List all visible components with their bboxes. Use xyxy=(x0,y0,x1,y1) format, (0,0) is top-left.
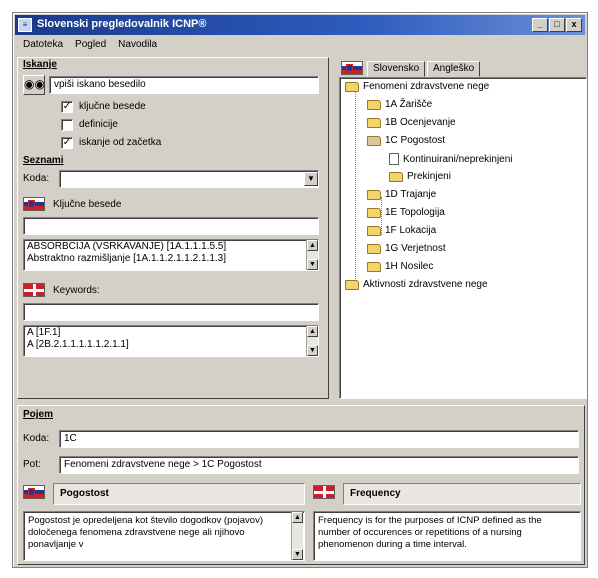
scroll-down-icon[interactable]: ▼ xyxy=(307,259,318,270)
menu-bar: Datoteka Pogled Navodila xyxy=(17,38,163,54)
seznami-koda-label: Koda: xyxy=(23,173,50,184)
title-bar[interactable]: ≡ Slovenski pregledovalnik ICNP® _ □ x xyxy=(15,15,585,35)
folder-icon xyxy=(367,207,381,218)
tab-slovensko[interactable]: Slovensko xyxy=(367,61,426,77)
tree-node[interactable]: 1F Lokacija xyxy=(367,225,436,236)
pojem-koda-label: Koda: xyxy=(23,433,50,444)
list-item[interactable]: ABSORBCIJA (VSRKAVANJE) [1A.1.1.1.5.5] xyxy=(27,241,315,253)
folder-open-icon xyxy=(345,81,359,92)
pojem-koda-field[interactable]: 1C xyxy=(59,430,579,448)
chevron-down-icon[interactable]: ▼ xyxy=(304,172,318,186)
tree-node[interactable]: 1C Pogostost xyxy=(367,135,445,146)
list-item[interactable]: A [2B.2.1.1.1.1.1.2.1.1] xyxy=(27,339,315,351)
scroll-down-icon[interactable]: ▼ xyxy=(307,345,318,356)
list-item[interactable]: Abstraktno razmišljanje [1A.1.1.2.1.1.2.… xyxy=(27,253,315,265)
main-window: ≡ Slovenski pregledovalnik ICNP® _ □ x D… xyxy=(12,12,588,568)
slovenian-term-header: Pogostost xyxy=(53,483,305,505)
binoculars-icon: ◉◉ xyxy=(24,77,45,91)
koda-combobox[interactable] xyxy=(59,170,319,188)
search-button[interactable]: ◉◉ xyxy=(23,75,45,95)
minimize-button[interactable]: _ xyxy=(532,18,548,32)
kljucne-besede-label: Ključne besede xyxy=(53,199,122,210)
slovenian-flag-icon xyxy=(341,61,363,75)
checkbox-label-definicije: definicije xyxy=(79,119,118,130)
english-term-header: Frequency xyxy=(343,483,581,505)
slovenian-flag-icon xyxy=(23,485,45,499)
checkbox-iskanje-od-zacetka[interactable]: ✓ xyxy=(61,137,73,149)
tree-node[interactable]: Aktivnosti zdravstvene nege xyxy=(345,279,488,290)
keywords-label: Keywords: xyxy=(53,285,100,296)
slovenian-definition-text: Pogostost je opredeljena kot število dog… xyxy=(28,515,264,550)
english-flag-icon xyxy=(23,283,45,297)
menu-datoteka[interactable]: Datoteka xyxy=(17,38,69,54)
tree-node[interactable]: 1E Topologija xyxy=(367,207,445,218)
tree-node[interactable]: 1A Žarišče xyxy=(367,99,432,110)
slovenian-flag-icon xyxy=(23,197,45,211)
folder-open-icon xyxy=(367,135,381,146)
folder-icon xyxy=(389,171,403,182)
pot-label: Pot: xyxy=(23,459,41,470)
list-item[interactable]: A [1F.1] xyxy=(27,327,315,339)
keywords-scrollbar[interactable]: ▲ ▼ xyxy=(306,326,318,356)
kljucne-besede-list[interactable]: ABSORBCIJA (VSRKAVANJE) [1A.1.1.1.5.5] A… xyxy=(23,239,319,271)
search-input[interactable]: vpiši iskano besedilo xyxy=(49,76,319,94)
menu-pogled[interactable]: Pogled xyxy=(69,38,112,54)
kljucne-besede-scrollbar[interactable]: ▲ ▼ xyxy=(306,240,318,270)
keywords-list[interactable]: A [1F.1] A [2B.2.1.1.1.1.1.2.1.1] xyxy=(23,325,319,357)
tree-node[interactable]: Fenomeni zdravstvene nege xyxy=(345,81,489,92)
close-button[interactable]: x xyxy=(566,18,582,32)
folder-icon xyxy=(367,189,381,200)
scroll-down-icon[interactable]: ▼ xyxy=(292,549,303,560)
english-definition-text: Frequency is for the purposes of ICNP de… xyxy=(318,515,542,550)
folder-icon xyxy=(367,225,381,236)
slovenian-definition-scrollbar[interactable]: ▲ ▼ xyxy=(291,512,303,560)
tab-strip: Slovensko Angleško xyxy=(367,61,537,77)
checkbox-label-iskanje-od-zacetka: iskanje od začetka xyxy=(79,137,162,148)
tree-node[interactable]: 1H Nosilec xyxy=(367,261,433,272)
pot-field[interactable]: Fenomeni zdravstvene nege > 1C Pogostost xyxy=(59,456,579,474)
folder-icon xyxy=(345,279,359,290)
checkbox-definicije[interactable] xyxy=(61,119,73,131)
tree-node[interactable]: 1B Ocenjevanje xyxy=(367,117,456,128)
tree-node[interactable]: 1D Trajanje xyxy=(367,189,436,200)
tree-node[interactable]: 1G Verjetnost xyxy=(367,243,446,254)
folder-icon xyxy=(367,243,381,254)
scroll-up-icon[interactable]: ▲ xyxy=(307,326,318,337)
document-icon xyxy=(389,153,399,165)
scroll-up-icon[interactable]: ▲ xyxy=(307,240,318,251)
keywords-filter[interactable] xyxy=(23,303,319,321)
menu-navodila[interactable]: Navodila xyxy=(112,38,163,54)
kljucne-besede-filter[interactable] xyxy=(23,217,319,235)
iskanje-label: Iskanje xyxy=(23,59,57,70)
tab-anglesko[interactable]: Angleško xyxy=(427,61,481,77)
folder-icon xyxy=(367,99,381,110)
seznami-label: Seznami xyxy=(23,155,64,166)
window-title: Slovenski pregledovalnik ICNP® xyxy=(37,18,207,30)
folder-icon xyxy=(367,117,381,128)
pojem-label: Pojem xyxy=(23,409,54,420)
scroll-up-icon[interactable]: ▲ xyxy=(292,512,303,523)
checkbox-kljucne-besede[interactable]: ✓ xyxy=(61,101,73,113)
folder-icon xyxy=(367,261,381,272)
maximize-button[interactable]: □ xyxy=(549,18,565,32)
checkbox-label-kljucne-besede: ključne besede xyxy=(79,101,146,112)
english-flag-icon xyxy=(313,485,335,499)
app-icon: ≡ xyxy=(18,18,32,32)
tree-node[interactable]: Kontinuirani/neprekinjeni xyxy=(389,153,513,165)
tree-node[interactable]: Prekinjeni xyxy=(389,171,451,182)
